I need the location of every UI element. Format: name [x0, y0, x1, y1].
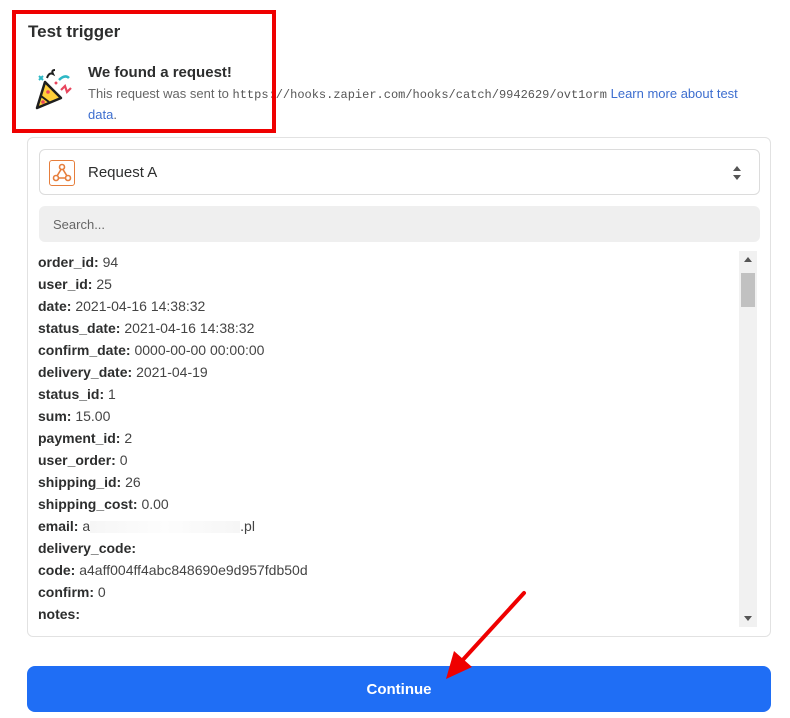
field-value: 15.00 [75, 408, 111, 424]
field-row: status_date: 2021-04-16 14:38:32 [38, 317, 733, 339]
field-key: shipping_cost: [38, 496, 138, 512]
field-row: confirm: 0 [38, 581, 733, 603]
webhook-url: https://hooks.zapier.com/hooks/catch/994… [232, 88, 607, 102]
webhook-icon [49, 160, 75, 186]
field-value: a4aff004ff4abc848690e9d957fdb50d [79, 562, 308, 578]
field-value-end: .pl [240, 518, 255, 534]
field-key: shipping_id: [38, 474, 122, 490]
redacted-block [90, 521, 241, 534]
field-key: confirm_date: [38, 342, 131, 358]
field-value: 0 [97, 584, 106, 600]
test-data-panel: Request A order_id: 94user_id: 25date: 2… [27, 137, 771, 637]
field-value: 2 [124, 430, 133, 446]
field-key: order_id: [38, 254, 99, 270]
field-key: sum: [38, 408, 72, 424]
scroll-up-icon[interactable] [739, 251, 757, 269]
field-key: status_id: [38, 386, 105, 402]
select-arrows-icon [733, 166, 741, 180]
scroll-thumb[interactable] [741, 273, 755, 307]
field-row: notes: [38, 603, 733, 625]
field-value: 0000-00-00 00:00:00 [134, 342, 265, 358]
field-row: order_id: 94 [38, 251, 733, 273]
field-row: shipping_cost: 0.00 [38, 493, 733, 515]
field-key: user_id: [38, 276, 93, 292]
field-value: 26 [125, 474, 141, 490]
field-key: code: [38, 562, 76, 578]
field-key: email: [38, 518, 79, 534]
field-value: 94 [102, 254, 119, 270]
found-description: This request was sent to https://hooks.z… [88, 84, 768, 125]
field-value: a [82, 518, 91, 534]
field-row: email: a .pl [38, 515, 733, 537]
field-row: user_id: 25 [38, 273, 733, 295]
field-key: confirm: [38, 584, 94, 600]
request-select-label: Request A [88, 164, 158, 181]
field-value: 25 [96, 276, 112, 292]
field-row: shipping_id: 26 [38, 471, 733, 493]
field-key: delivery_code: [38, 540, 137, 556]
field-key: user_order: [38, 452, 116, 468]
found-suffix: . [113, 107, 117, 122]
field-row: delivery_date: 2021-04-19 [38, 361, 733, 383]
scrollbar[interactable] [739, 251, 757, 627]
scroll-down-icon[interactable] [739, 609, 757, 627]
field-value: 1 [108, 386, 116, 402]
field-row: code: a4aff004ff4abc848690e9d957fdb50d [38, 559, 733, 581]
request-select[interactable]: Request A [39, 149, 760, 195]
field-value: 2021-04-19 [136, 364, 208, 380]
found-title: We found a request! [88, 64, 232, 81]
field-key: delivery_date: [38, 364, 133, 380]
found-prefix: This request was sent to [88, 86, 233, 101]
page-title: Test trigger [28, 22, 121, 41]
field-key: date: [38, 298, 72, 314]
field-row: confirm_date: 0000-00-00 00:00:00 [38, 339, 733, 361]
continue-button[interactable]: Continue [27, 666, 771, 712]
field-row: delivery_code: [38, 537, 733, 559]
party-popper-icon [35, 69, 72, 110]
field-row: status_id: 1 [38, 383, 733, 405]
field-row: user_order: 0 [38, 449, 733, 471]
field-value: 2021-04-16 14:38:32 [75, 298, 206, 314]
field-key: status_date: [38, 320, 121, 336]
field-value: 2021-04-16 14:38:32 [124, 320, 255, 336]
field-value: 0.00 [141, 496, 169, 512]
search-input[interactable] [39, 206, 760, 242]
field-key: notes: [38, 606, 80, 622]
field-list: order_id: 94 user_id: 25 date: 2021-04-16 … [38, 251, 733, 627]
field-key: payment_id: [38, 430, 121, 446]
field-value: 0 [119, 452, 128, 468]
field-row: payment_id: 2 [38, 427, 733, 449]
field-row: date: 2021-04-16 14:38:32 [38, 295, 733, 317]
field-row: sum: 15.00 [38, 405, 733, 427]
